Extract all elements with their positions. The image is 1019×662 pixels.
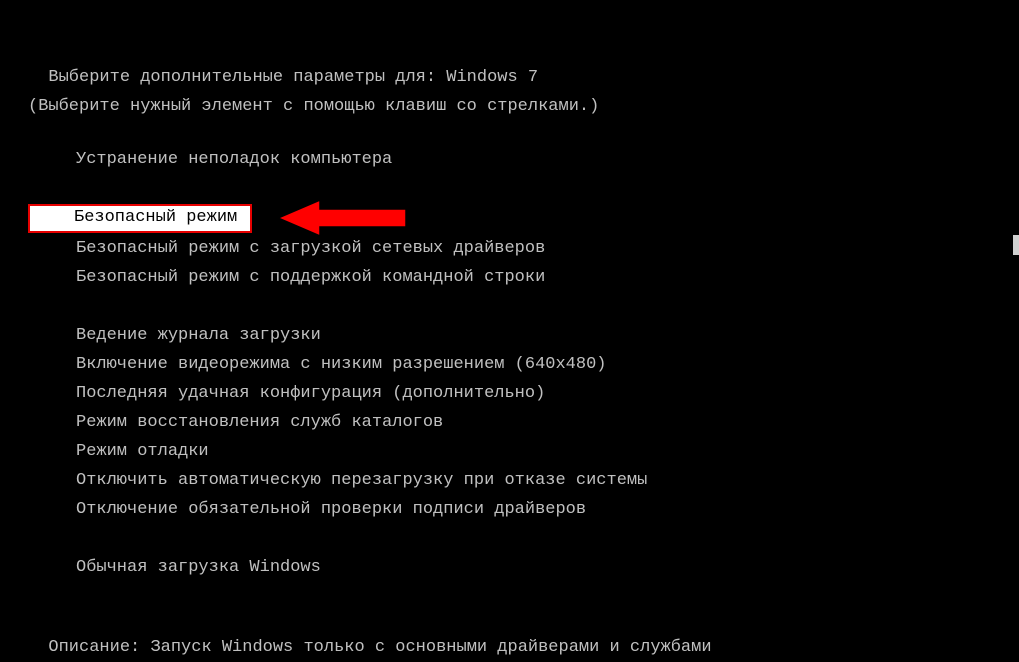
menu-label: Безопасный режим с загрузкой сетевых дра… bbox=[76, 235, 545, 264]
menu-item-normal[interactable]: Обычная загрузка Windows bbox=[76, 554, 1019, 583]
menu-item-safe-mode-net[interactable]: Безопасный режим с загрузкой сетевых дра… bbox=[76, 235, 1019, 264]
menu-spacer bbox=[76, 175, 1019, 204]
menu-label: Последняя удачная конфигурация (дополнит… bbox=[76, 380, 545, 409]
menu-label: Обычная загрузка Windows bbox=[76, 554, 321, 583]
description-label: Описание: bbox=[48, 638, 150, 657]
menu-label: Отключить автоматическую перезагрузку пр… bbox=[76, 467, 647, 496]
header-line-2: (Выберите нужный элемент с помощью клави… bbox=[28, 93, 1019, 122]
description-text: Запуск Windows только с основными драйве… bbox=[150, 638, 711, 657]
pointer-arrow-icon bbox=[278, 200, 408, 236]
menu-label: Безопасный режим bbox=[74, 204, 237, 233]
menu-item-debug[interactable]: Режим отладки bbox=[76, 438, 1019, 467]
menu-spacer bbox=[76, 293, 1019, 322]
menu-label: Устранение неполадок компьютера bbox=[76, 146, 392, 175]
menu-item-no-auto-restart[interactable]: Отключить автоматическую перезагрузку пр… bbox=[76, 467, 1019, 496]
menu-item-no-sig[interactable]: Отключение обязательной проверки подписи… bbox=[76, 496, 1019, 525]
description-line: Описание: Запуск Windows только с основн… bbox=[28, 605, 1019, 662]
menu-label: Безопасный режим с поддержкой командной … bbox=[76, 264, 545, 293]
menu-item-last-known[interactable]: Последняя удачная конфигурация (дополнит… bbox=[76, 380, 1019, 409]
menu-item-ds-restore[interactable]: Режим восстановления служб каталогов bbox=[76, 409, 1019, 438]
menu-item-safe-mode[interactable]: Безопасный режим bbox=[28, 204, 1019, 233]
header-line-1: Выберите дополнительные параметры для: W… bbox=[28, 35, 1019, 93]
menu-label: Включение видеорежима с низким разрешени… bbox=[76, 351, 607, 380]
menu-item-repair[interactable]: Устранение неполадок компьютера bbox=[76, 146, 1019, 175]
menu-label: Режим отладки bbox=[76, 438, 209, 467]
header-prefix: Выберите дополнительные параметры для: bbox=[48, 68, 446, 87]
menu-item-boot-log[interactable]: Ведение журнала загрузки bbox=[76, 322, 1019, 351]
menu-label: Режим восстановления служб каталогов bbox=[76, 409, 443, 438]
menu-label: Отключение обязательной проверки подписи… bbox=[76, 496, 586, 525]
menu-item-low-res[interactable]: Включение видеорежима с низким разрешени… bbox=[76, 351, 1019, 380]
selected-highlight: Безопасный режим bbox=[28, 204, 252, 233]
scrollbar-thumb[interactable] bbox=[1013, 235, 1019, 255]
boot-menu: Устранение неполадок компьютера Безопасн… bbox=[28, 146, 1019, 583]
menu-label: Ведение журнала загрузки bbox=[76, 322, 321, 351]
menu-item-safe-mode-cmd[interactable]: Безопасный режим с поддержкой командной … bbox=[76, 264, 1019, 293]
os-name: Windows 7 bbox=[446, 68, 538, 87]
menu-spacer bbox=[76, 525, 1019, 554]
